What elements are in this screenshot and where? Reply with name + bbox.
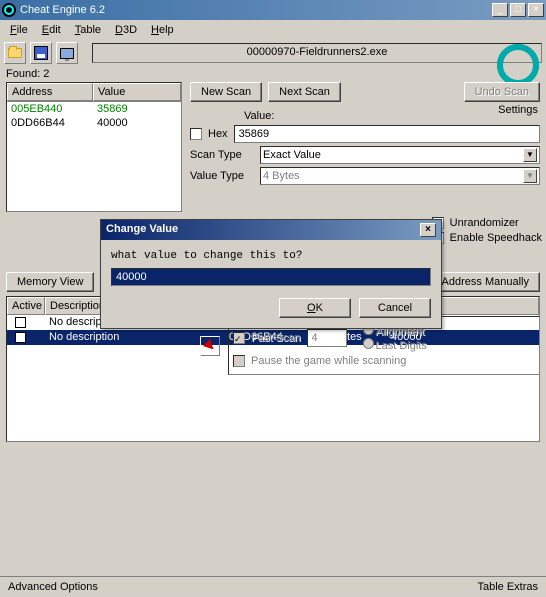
menu-help[interactable]: Help	[145, 22, 180, 38]
next-scan-button[interactable]: Next Scan	[268, 82, 341, 102]
process-name: 00000970-Fieldrunners2.exe	[92, 43, 542, 63]
copy-to-addresslist-button[interactable]	[200, 336, 220, 356]
select-process-button[interactable]	[56, 42, 78, 64]
menu-edit[interactable]: Edit	[36, 22, 67, 38]
result-row[interactable]: 0DD66B44 40000	[7, 116, 181, 130]
dialog-ok-button[interactable]: OK	[279, 298, 351, 318]
open-file-button[interactable]	[4, 42, 26, 64]
al-header-active[interactable]: Active	[7, 297, 45, 315]
arrow-icon	[203, 338, 217, 352]
valuetype-select[interactable]: 4 Bytes▼	[260, 167, 540, 185]
chevron-down-icon: ▼	[523, 148, 537, 162]
lastdigits-radio	[363, 338, 374, 349]
dialog-close-button[interactable]: ×	[420, 223, 436, 237]
save-button[interactable]	[30, 42, 52, 64]
dialog-value-input[interactable]	[111, 268, 431, 286]
menu-table[interactable]: Table	[69, 22, 107, 38]
menu-d3d[interactable]: D3D	[109, 22, 143, 38]
results-header-value[interactable]: Value	[93, 83, 181, 101]
scantype-label: Scan Type	[190, 149, 254, 161]
app-icon	[2, 3, 16, 17]
folder-icon	[8, 48, 22, 58]
scan-results-table[interactable]: Address Value 005EB440 35869 0DD66B44 40…	[6, 82, 182, 212]
undo-scan-button: Undo Scan	[464, 82, 540, 102]
fastscan-input	[307, 329, 347, 347]
scan-value-input[interactable]	[234, 125, 540, 143]
freeze-checkbox[interactable]	[15, 332, 26, 343]
monitor-icon	[60, 48, 74, 59]
dialog-title: Change Value	[106, 223, 178, 237]
minimize-button[interactable]: _	[492, 3, 508, 17]
fastscan-label: Fast Scan	[251, 332, 301, 344]
dialog-prompt: what value to change this to?	[111, 250, 431, 262]
maximize-button[interactable]: □	[510, 3, 526, 17]
chevron-down-icon: ▼	[523, 169, 537, 183]
gear-icon[interactable]	[499, 46, 537, 84]
fastscan-checkbox	[233, 332, 245, 344]
hex-checkbox[interactable]	[190, 128, 202, 140]
new-scan-button[interactable]: New Scan	[190, 82, 262, 102]
menu-file[interactable]: File	[4, 22, 34, 38]
advanced-options-link[interactable]: Advanced Options	[8, 581, 98, 593]
dialog-cancel-button[interactable]: Cancel	[359, 298, 431, 318]
scantype-select[interactable]: Exact Value▼	[260, 146, 540, 164]
memory-view-button[interactable]: Memory View	[6, 272, 94, 292]
found-count: Found: 2	[0, 66, 546, 82]
results-header-address[interactable]: Address	[7, 83, 93, 101]
valuetype-label: Value Type	[190, 170, 254, 182]
result-row[interactable]: 005EB440 35869	[7, 102, 181, 116]
hex-label: Hex	[208, 128, 228, 140]
change-value-dialog: Change Value × what value to change this…	[100, 219, 442, 329]
disk-icon	[34, 46, 48, 60]
pause-checkbox	[233, 355, 245, 367]
window-title: Cheat Engine 6.2	[20, 4, 492, 16]
value-label: Value:	[244, 110, 274, 122]
table-extras-link[interactable]: Table Extras	[477, 581, 538, 593]
close-button[interactable]: ×	[528, 3, 544, 17]
freeze-checkbox[interactable]	[15, 317, 26, 328]
pause-label: Pause the game while scanning	[251, 355, 406, 367]
